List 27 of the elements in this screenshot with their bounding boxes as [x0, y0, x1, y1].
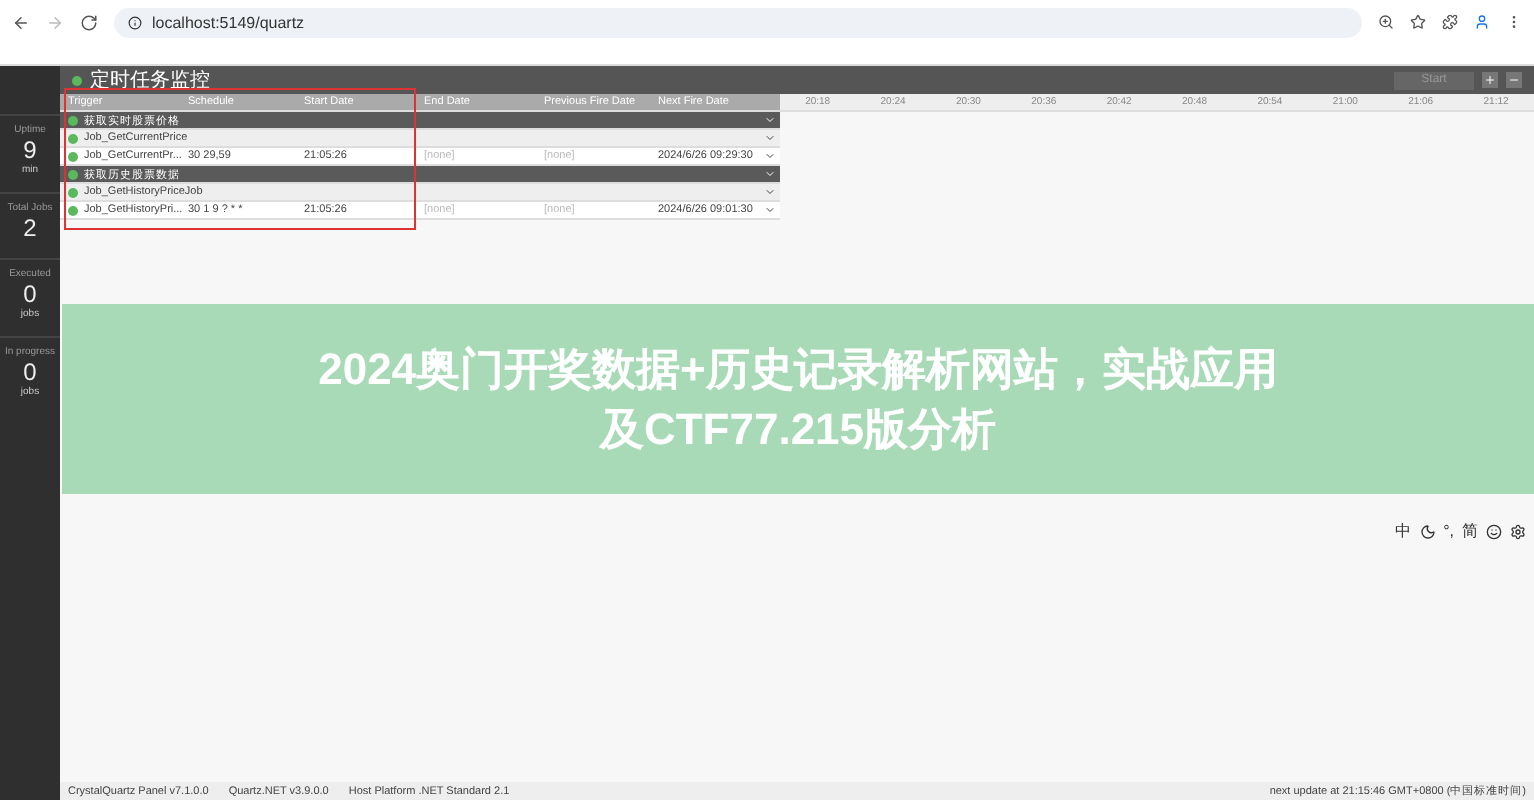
ime-punctuation[interactable]: °,: [1443, 522, 1454, 540]
address-bar[interactable]: localhost:5149/quartz: [114, 7, 1362, 37]
stat-value: 2: [23, 214, 37, 242]
extensions-icon[interactable]: [1442, 14, 1458, 30]
banner-text: 及CTF77.215版分析: [599, 401, 997, 457]
moon-icon[interactable]: [1419, 523, 1436, 539]
minus-icon: [1508, 74, 1520, 86]
profile-icon[interactable]: [1474, 14, 1490, 30]
ime-simplified[interactable]: 简: [1462, 520, 1478, 542]
add-button[interactable]: [1482, 72, 1498, 88]
stat-value: 0: [23, 358, 37, 386]
bookmark-star-icon[interactable]: [1410, 14, 1426, 30]
url-text: localhost:5149/quartz: [152, 13, 305, 31]
info-icon: [128, 15, 142, 29]
back-icon[interactable]: [12, 13, 30, 31]
zoom-icon[interactable]: [1378, 14, 1394, 30]
stat-value: 0: [23, 280, 37, 308]
stat-value: 9: [23, 136, 37, 164]
minus-button[interactable]: [1506, 72, 1522, 88]
ime-mode[interactable]: 中: [1395, 520, 1412, 542]
panel-title: 定时任务监控: [90, 67, 212, 94]
status-dot-icon: [72, 75, 82, 85]
banner-text: 2024奥门开奖数据+历史记录解析网站，实战应用: [318, 341, 1278, 398]
smiley-icon[interactable]: [1486, 523, 1502, 539]
reload-icon[interactable]: [80, 13, 98, 31]
settings-icon[interactable]: [1510, 523, 1526, 539]
plus-icon: [1484, 74, 1496, 86]
